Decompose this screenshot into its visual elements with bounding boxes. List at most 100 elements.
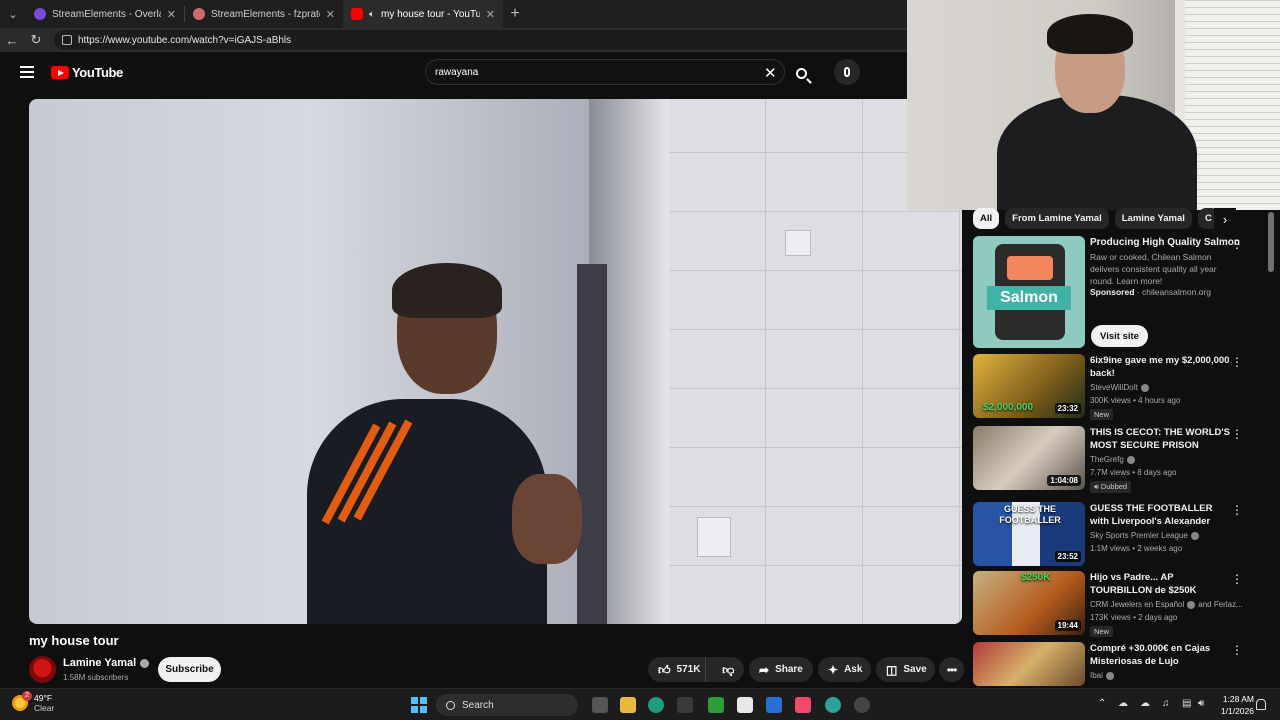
save-button[interactable]: ◫ Save: [876, 657, 935, 682]
more-vert-icon[interactable]: ⋮: [1231, 573, 1243, 585]
recommendation-item[interactable]: $2,000,000 23:32 6ix9ine gave me my $2,0…: [973, 354, 1263, 420]
file-explorer-icon[interactable]: [620, 697, 636, 713]
more-actions-button[interactable]: •••: [939, 657, 964, 682]
task-view-icon[interactable]: [592, 697, 608, 713]
new-tab-icon[interactable]: +: [503, 5, 527, 23]
recommendation-item[interactable]: Compré +30.000€ en Cajas Misteriosas de …: [973, 642, 1263, 686]
video-thumbnail[interactable]: $250K 19:44: [973, 571, 1085, 635]
duration-badge: 1:04:08: [1047, 475, 1081, 486]
video-thumbnail[interactable]: GUESS THE FOOTBALLER 23:52: [973, 502, 1085, 566]
url-field[interactable]: https://www.youtube.com/watch?v=iGAJS-aB…: [54, 30, 914, 50]
close-tab-icon[interactable]: ✕: [486, 8, 495, 21]
tray-microphone-icon[interactable]: ♫: [1162, 698, 1170, 709]
chevron-right-icon[interactable]: ›: [1214, 208, 1236, 230]
tab-title: StreamElements - fzprato: [211, 8, 320, 20]
browser-app-icon[interactable]: [825, 697, 841, 713]
url-text: https://www.youtube.com/watch?v=iGAJS-aB…: [78, 34, 292, 46]
channel-name[interactable]: SteveWillDoIt: [1090, 383, 1138, 392]
thumbs-down-icon: 👎︎: [722, 662, 735, 677]
ad-thumbnail[interactable]: Salmon: [973, 236, 1085, 348]
close-tab-icon[interactable]: ✕: [326, 8, 335, 21]
search-input[interactable]: rawayana ✕: [425, 59, 785, 85]
speaker-icon[interactable]: 🔈︎: [369, 9, 375, 20]
video-title[interactable]: GUESS THE FOOTBALLER with Liverpool's Al…: [1090, 502, 1230, 528]
streamelements-favicon-icon: [193, 8, 205, 20]
edge-browser-icon[interactable]: [648, 697, 664, 713]
youtube-favicon-icon: [351, 8, 363, 20]
channel-name[interactable]: Sky Sports Premier League: [1090, 531, 1188, 540]
video-meta: 173K views • 2 days ago: [1090, 613, 1178, 622]
video-thumbnail[interactable]: $2,000,000 23:32: [973, 354, 1085, 418]
channel-avatar[interactable]: [29, 656, 56, 683]
recommendation-item[interactable]: 1:04:08 THIS IS CECOT: THE WORLD'S MOST …: [973, 426, 1263, 493]
site-info-icon[interactable]: [62, 35, 72, 45]
network-icon[interactable]: ▤: [1182, 698, 1191, 709]
notepad-icon[interactable]: [737, 697, 753, 713]
badge-text: Dubbed: [1100, 482, 1128, 491]
ad-description: Raw or cooked, Chilean Salmon delivers c…: [1090, 252, 1217, 286]
settings-gear-icon[interactable]: [854, 697, 870, 713]
back-arrow-icon[interactable]: ←: [0, 33, 24, 48]
video-frame-outlet: [785, 230, 811, 256]
youtube-logo[interactable]: YouTube: [51, 65, 123, 80]
voice-search-button[interactable]: [834, 59, 860, 85]
more-horizontal-icon: •••: [946, 662, 958, 677]
video-thumbnail[interactable]: 1:04:08: [973, 426, 1085, 490]
windows-start-icon[interactable]: [411, 697, 427, 713]
video-title[interactable]: 6ix9ine gave me my $2,000,000 back!: [1090, 354, 1230, 380]
channel-name[interactable]: TheGrefg: [1090, 455, 1124, 464]
tray-chevron-up-icon[interactable]: ⌃: [1098, 698, 1106, 709]
ask-label: Ask: [844, 664, 863, 675]
more-vert-icon[interactable]: ⋮: [1231, 428, 1243, 440]
like-button[interactable]: 👍︎ 571K: [648, 657, 707, 682]
video-player[interactable]: [29, 99, 962, 624]
weather-widget[interactable]: 2 49°F Clear: [12, 691, 54, 713]
volume-icon[interactable]: 🔊︎: [1198, 698, 1204, 709]
notification-bell-icon[interactable]: [1256, 699, 1266, 710]
microsoft-store-icon[interactable]: [677, 697, 693, 713]
tab-youtube[interactable]: 🔈︎ my house tour - YouTube ✕: [343, 0, 503, 28]
share-button[interactable]: ➦ Share: [749, 657, 813, 682]
dubbed-badge: 🔊︎ Dubbed: [1090, 481, 1132, 493]
tab-list-chevron-icon[interactable]: ⌄: [0, 0, 26, 28]
more-vert-icon[interactable]: ⋮: [1231, 238, 1243, 250]
verified-icon: [1141, 383, 1150, 392]
clear-search-icon[interactable]: ✕: [764, 64, 777, 82]
xbox-icon[interactable]: [708, 697, 724, 713]
reload-icon[interactable]: ↻: [24, 32, 48, 48]
close-tab-icon[interactable]: ✕: [167, 8, 176, 21]
onedrive-icon[interactable]: ☁: [1140, 698, 1150, 709]
channel-name[interactable]: Lamine Yamal: [63, 657, 150, 669]
sidebar-scrollbar[interactable]: [1268, 212, 1274, 272]
system-clock[interactable]: 1:28 AM 1/1/2026: [1214, 693, 1254, 717]
taskbar-search[interactable]: Search: [436, 694, 578, 716]
chip-all[interactable]: All: [973, 208, 1000, 229]
tab-streamelements-fzprato[interactable]: StreamElements - fzprato ✕: [185, 0, 343, 28]
chip-lamine-yamal[interactable]: Lamine Yamal: [1114, 208, 1192, 229]
subscribe-button[interactable]: Subscribe: [158, 657, 221, 682]
channel-name[interactable]: CRM Jewelers en Español: [1090, 600, 1184, 609]
recommendation-item[interactable]: GUESS THE FOOTBALLER 23:52 GUESS THE FOO…: [973, 502, 1263, 566]
menu-icon[interactable]: [20, 66, 34, 81]
ask-button[interactable]: ✦ Ask: [818, 657, 871, 682]
more-vert-icon[interactable]: ⋮: [1231, 356, 1243, 368]
more-vert-icon[interactable]: ⋮: [1231, 644, 1243, 656]
video-thumbnail[interactable]: [973, 642, 1085, 686]
sponsored-ad[interactable]: Salmon Producing High Quality Salmon Raw…: [973, 236, 1263, 348]
tray-app-icon[interactable]: ☁: [1118, 698, 1128, 709]
more-vert-icon[interactable]: ⋮: [1231, 504, 1243, 516]
music-app-icon[interactable]: [795, 697, 811, 713]
channel-name[interactable]: Ibai: [1090, 671, 1103, 680]
search-icon: [795, 67, 807, 79]
video-title[interactable]: THIS IS CECOT: THE WORLD'S MOST SECURE P…: [1090, 426, 1230, 452]
video-title[interactable]: Compré +30.000€ en Cajas Misteriosas de …: [1090, 642, 1230, 668]
outlook-icon[interactable]: [766, 697, 782, 713]
chip-from-channel[interactable]: From Lamine Yamal: [1005, 208, 1109, 229]
ad-title[interactable]: Producing High Quality Salmon: [1090, 237, 1240, 248]
dislike-button[interactable]: 👎︎: [712, 664, 744, 676]
recommendation-item[interactable]: $250K 19:44 Hijo vs Padre... AP TOURBILL…: [973, 571, 1263, 637]
search-button[interactable]: [787, 60, 815, 86]
video-title[interactable]: Hijo vs Padre... AP TOURBILLON de $250K: [1090, 571, 1230, 597]
visit-site-button[interactable]: Visit site: [1091, 325, 1148, 347]
tab-streamelements-overlays[interactable]: StreamElements - Overlays ✕: [26, 0, 184, 28]
